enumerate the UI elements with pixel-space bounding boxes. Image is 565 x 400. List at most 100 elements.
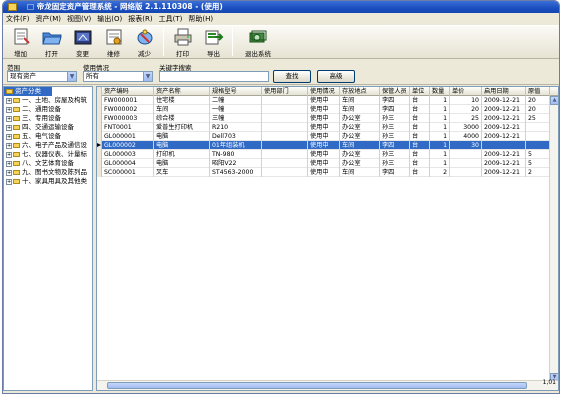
menu-item-1[interactable]: 资产(M) bbox=[36, 13, 62, 25]
table-cell: 综合楼 bbox=[154, 114, 210, 123]
table-cell: 使用中 bbox=[308, 150, 340, 159]
table-cell bbox=[262, 159, 308, 168]
expand-plus-icon[interactable]: + bbox=[6, 151, 12, 158]
menu-item-2[interactable]: 视图(V) bbox=[67, 13, 91, 25]
tree-node[interactable]: + 十、家具用具及其他类 bbox=[4, 177, 92, 186]
current-row-arrow-icon bbox=[97, 143, 101, 147]
tree-node-label: 六、电子产品及通信设 bbox=[22, 141, 87, 149]
table-cell: 台 bbox=[410, 150, 430, 159]
menu-item-0[interactable]: 文件(F) bbox=[6, 13, 30, 25]
table-cell: GL000001 bbox=[102, 132, 154, 141]
table-row[interactable]: FNT0001 爱普生打印机 R210 使用中 办公室 孙三台 1 3000 2009-12-2… bbox=[97, 123, 558, 132]
tree-node[interactable]: + 三、专用设备 bbox=[4, 114, 92, 123]
add-button[interactable]: 增加 bbox=[5, 26, 36, 58]
column-header[interactable]: 原值 bbox=[526, 87, 550, 96]
scroll-thumb[interactable] bbox=[107, 382, 527, 389]
column-header[interactable]: 单位 bbox=[410, 87, 430, 96]
tree-node[interactable]: + 六、电子产品及通信设 bbox=[4, 141, 92, 150]
menu-item-6[interactable]: 帮助(H) bbox=[188, 13, 213, 25]
expand-plus-icon[interactable]: + bbox=[6, 124, 12, 131]
tree-node[interactable]: + 五、电气设备 bbox=[4, 132, 92, 141]
column-header[interactable]: 使用情况 bbox=[308, 87, 340, 96]
table-cell: 车间 bbox=[340, 168, 380, 177]
table-cell: 5 bbox=[526, 159, 550, 168]
expand-plus-icon[interactable]: + bbox=[6, 133, 12, 140]
table-row[interactable]: FW000003 综合楼 三幢 使用中 办公室 孙三台 1 25 2009-12-21 25 bbox=[97, 114, 558, 123]
table-cell bbox=[262, 114, 308, 123]
keyword-input[interactable] bbox=[159, 71, 269, 82]
exit-button[interactable]: 退出系统 bbox=[236, 26, 280, 58]
table-cell: 2009-12-21 bbox=[482, 168, 526, 177]
tree-node[interactable]: + 二、通用设备 bbox=[4, 105, 92, 114]
status-select[interactable]: 所有 ▼ bbox=[83, 71, 153, 82]
table-cell: 4000 bbox=[450, 132, 482, 141]
expand-plus-icon[interactable]: + bbox=[6, 115, 12, 122]
table-cell: FNT0001 bbox=[102, 123, 154, 132]
change-button[interactable]: 变更 bbox=[67, 26, 98, 58]
chevron-down-icon[interactable]: ▼ bbox=[67, 72, 76, 81]
folder-icon bbox=[13, 116, 20, 121]
table-row[interactable]: GL000003 打印机 TN-980 使用中 办公室 孙三台 1 2009-12-21 5 bbox=[97, 150, 558, 159]
expand-plus-icon[interactable]: + bbox=[6, 160, 12, 167]
table-cell bbox=[262, 96, 308, 105]
reduce-button[interactable]: 减少 bbox=[129, 26, 160, 58]
repair-button[interactable]: 维修 bbox=[98, 26, 129, 58]
menu-item-3[interactable]: 输出(O) bbox=[97, 13, 122, 25]
column-header[interactable]: 保管人员 bbox=[380, 87, 410, 96]
table-row[interactable]: FW000002 车间 一幢 使用中 车间 李四台 1 20 2009-12-21 20 bbox=[97, 105, 558, 114]
expand-plus-icon[interactable]: + bbox=[6, 169, 12, 176]
table-cell: 车间 bbox=[340, 141, 380, 150]
column-header[interactable]: 单价 bbox=[450, 87, 482, 96]
column-header[interactable]: 规格型号 bbox=[210, 87, 262, 96]
table-cell: 二幢 bbox=[210, 96, 262, 105]
column-header[interactable]: 数量 bbox=[430, 87, 450, 96]
expand-plus-icon[interactable]: + bbox=[6, 142, 12, 149]
horizontal-scrollbar[interactable] bbox=[97, 380, 558, 390]
tree-root[interactable]: 资产分类 bbox=[4, 87, 52, 96]
tree-node[interactable]: + 八、文艺体育设备 bbox=[4, 159, 92, 168]
export-icon bbox=[204, 28, 224, 46]
scope-select[interactable]: 现有资产 ▼ bbox=[7, 71, 77, 82]
tree-node[interactable]: + 九、图书文物及陈列品 bbox=[4, 168, 92, 177]
printer-icon bbox=[173, 28, 193, 46]
expand-plus-icon[interactable]: + bbox=[6, 106, 12, 113]
vertical-scrollbar[interactable]: ▲ ▼ bbox=[549, 96, 558, 382]
table-cell: 1 bbox=[430, 159, 450, 168]
tree-node[interactable]: + 七、仪器仪表、计量标 bbox=[4, 150, 92, 159]
column-header[interactable]: 使用部门 bbox=[262, 87, 308, 96]
column-header[interactable]: 启用日期 bbox=[482, 87, 526, 96]
menu-item-4[interactable]: 报表(R) bbox=[128, 13, 152, 25]
table-row[interactable]: FW000001 住宅楼 二幢 使用中 车间 李四台 1 10 2009-12-21 20 bbox=[97, 96, 558, 105]
chevron-down-icon[interactable]: ▼ bbox=[143, 72, 152, 81]
search-button[interactable]: 查找 bbox=[273, 70, 311, 83]
table-cell bbox=[526, 141, 550, 150]
tree-node-label: 九、图书文物及陈列品 bbox=[22, 168, 87, 176]
export-button[interactable]: 导出 bbox=[198, 26, 229, 58]
table-row[interactable]: GL000004 电脑 昭阳V22 使用中 办公室 孙三台 1 2009-12-21 5 bbox=[97, 159, 558, 168]
column-header[interactable]: 存放地点 bbox=[340, 87, 380, 96]
exit-icon bbox=[248, 28, 268, 46]
table-cell: 李四 bbox=[380, 168, 410, 177]
table-row[interactable]: SC000001 叉车 ST4563-2000 使用中 车间 李四台 2 2009-12-21… bbox=[97, 168, 558, 177]
tree-node[interactable]: + 一、土地、房屋及构筑 bbox=[4, 96, 92, 105]
expand-plus-icon[interactable]: + bbox=[6, 178, 12, 185]
column-header[interactable]: 资产名称 bbox=[154, 87, 210, 96]
advanced-button[interactable]: 高级 bbox=[317, 70, 355, 83]
open-button[interactable]: 打开 bbox=[36, 26, 67, 58]
toolbar: 增加 打开 变更 维修 减少 打印 导出 退出系统 bbox=[3, 25, 559, 59]
table-cell: 李四 bbox=[380, 105, 410, 114]
table-cell: 住宅楼 bbox=[154, 96, 210, 105]
menu-item-5[interactable]: 工具(T) bbox=[159, 13, 183, 25]
table-cell: 1 bbox=[430, 132, 450, 141]
scroll-up-icon[interactable]: ▲ bbox=[550, 96, 558, 105]
table-row[interactable]: GL000002 电脑 01年组装机 使用中 车间 李四台 1 30 bbox=[97, 141, 558, 150]
table-row[interactable]: GL000001 电脑 Dell703 使用中 办公室 孙三台 1 4000 2009-12-2… bbox=[97, 132, 558, 141]
print-button[interactable]: 打印 bbox=[167, 26, 198, 58]
table-cell: 1 bbox=[430, 105, 450, 114]
expand-plus-icon[interactable]: + bbox=[6, 97, 12, 104]
tree-node-label: 十、家具用具及其他类 bbox=[22, 177, 87, 185]
column-header[interactable]: 资产编码 bbox=[102, 87, 154, 96]
tree-node[interactable]: + 四、交通运输设备 bbox=[4, 123, 92, 132]
main-window: □ 帝龙固定资产管理系统 - 网络版 2.1.110308 - (使用) 文件(… bbox=[2, 0, 560, 394]
table-cell: 办公室 bbox=[340, 123, 380, 132]
